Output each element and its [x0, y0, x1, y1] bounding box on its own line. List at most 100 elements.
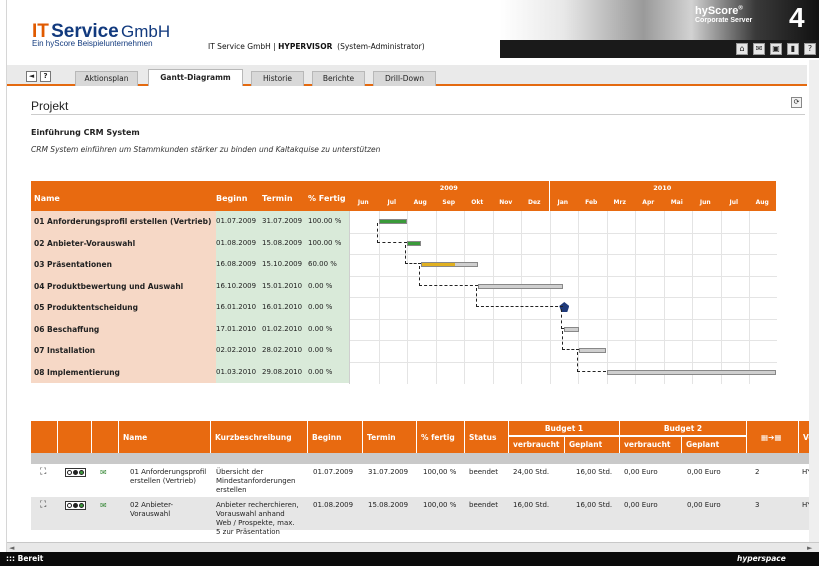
table-col-kurzbeschreibung[interactable]: Kurzbeschreibung [211, 421, 308, 453]
traffic-light-icon [65, 468, 86, 480]
table-cell-desc: Übersicht der Mindestanforderungen erste… [216, 468, 296, 494]
grid-hline [350, 232, 777, 234]
structure-icon[interactable]: ⛶ [40, 468, 46, 477]
gantt-task-dates: 16.10.2009 15.01.2010 0.00 % [216, 275, 349, 297]
month-label: Jul [387, 199, 397, 206]
gantt-col-beginn: Beginn [216, 194, 248, 203]
book-icon[interactable]: ▮ [787, 43, 799, 55]
tab-aktionsplan[interactable]: Aktionsplan [75, 71, 138, 86]
refresh-icon[interactable]: ⟳ [791, 97, 802, 108]
gantt-task-fertig: 0.00 % [308, 281, 333, 290]
gantt-task-termin: 15.10.2009 [262, 260, 303, 268]
table-cell-beginn: 01.07.2009 [313, 468, 354, 476]
gantt-bar[interactable] [606, 369, 776, 375]
gantt-row[interactable]: 05 Produktentscheidung 16.01.2010 16.01.20… [31, 297, 349, 319]
table-col-fertig-label: % fertig [421, 433, 455, 442]
company-line: IT Service GmbH | HYPERVISOR (System-Adm… [208, 42, 425, 51]
help-icon[interactable]: ? [804, 43, 816, 55]
table-cell-b1g: 16,00 Std. [576, 501, 613, 509]
dependency-line [376, 223, 407, 243]
dependency-line [562, 330, 579, 350]
table-col-beginn-label: Beginn [312, 433, 342, 442]
gantt-row[interactable]: 06 Beschaffung 17.01.2010 01.02.2010 0.00 % [31, 318, 349, 340]
scroll-left-icon[interactable]: ◄ [9, 544, 14, 552]
table-group-budget1: Budget 1 [509, 421, 620, 436]
help-button[interactable]: ? [40, 71, 51, 82]
gantt-row[interactable]: 07 Installation 02.02.2010 28.02.2010 0.00 … [31, 340, 349, 362]
gantt-task-termin: 15.08.2009 [262, 238, 303, 247]
year-2010: 2010 [653, 184, 672, 192]
table-row[interactable]: ⛶ ✉ 01 Anforderungsprofil erstellen (Vertr… [31, 464, 819, 497]
table-col-name-label: Name [123, 433, 148, 442]
status-bar: ::: Bereit hyperspace [0, 552, 819, 566]
table-col-icon3 [92, 421, 119, 453]
month-label: Apr [642, 199, 655, 206]
tab-gantt-diagramm[interactable]: Gantt-Diagramm [148, 69, 243, 86]
table-cell-b2v: 0,00 Euro [624, 501, 658, 509]
header-icon-bar: ⌂ ✉ ▣ ▮ ? [500, 40, 819, 58]
tab-bar: ◄ ? Aktionsplan Gantt-Diagramm Historie … [7, 65, 807, 86]
gantt-task-beginn: 01.03.2010 [216, 367, 257, 376]
gantt-task-name: 03 Präsentationen [31, 254, 216, 276]
window-icon[interactable]: ▣ [770, 43, 782, 55]
product-reg: ® [738, 5, 743, 12]
gantt-task-name: 02 Anbieter-Vorauswahl [31, 232, 216, 254]
header: IT Service GmbH Ein hyScore Beispielunte… [7, 0, 819, 60]
month-label: Dez [527, 199, 541, 206]
month-label: Jun [699, 199, 711, 206]
gantt-task-beginn: 16.08.2009 [216, 260, 257, 268]
table-cell-name: 02 Anbieter-Vorauswahl [130, 501, 174, 518]
table-col-name[interactable]: Name [119, 421, 211, 453]
structure-icon[interactable]: ⛶ [40, 501, 46, 510]
project-description: CRM System einführen um Stammkunden stär… [31, 145, 381, 154]
gantt-task-beginn: 16.10.2009 [216, 281, 257, 290]
version-glyph: 4 [789, 2, 805, 33]
mail-status-icon[interactable]: ✉ [100, 468, 107, 477]
month-label: Mrz [613, 199, 626, 206]
title-divider [31, 114, 805, 115]
home-icon[interactable]: ⌂ [736, 43, 748, 55]
vertical-scrollbar[interactable] [809, 60, 819, 542]
table-col-status[interactable]: Status [465, 421, 509, 453]
tab-historie[interactable]: Historie [251, 71, 304, 86]
gantt-row[interactable]: 04 Produktbewertung und Auswahl 16.10.200… [31, 275, 349, 297]
table-col-links[interactable]: ▦➔▦ [747, 421, 799, 453]
month-label: Jul [729, 199, 739, 206]
gantt-task-dates: 01.07.2009 31.07.2009 100.00 % [216, 211, 349, 233]
table-col-status-label: Status [469, 433, 497, 442]
gantt-task-name: 08 Implementierung [31, 361, 216, 383]
table-cell-b2g: 0,00 Euro [687, 468, 721, 476]
back-button[interactable]: ◄ [26, 71, 37, 82]
tab-drill-down[interactable]: Drill-Down [373, 71, 436, 86]
gantt-col-name: Name [34, 194, 60, 203]
gantt-row[interactable]: 02 Anbieter-Vorauswahl 01.08.2009 15.08.20… [31, 232, 349, 254]
gantt-task-termin: 29.08.2010 [262, 367, 303, 376]
gantt-row[interactable]: 01 Anforderungsprofil erstellen (Vertrie… [31, 211, 349, 233]
gantt-task-beginn: 02.02.2010 [216, 346, 257, 354]
gantt-task-dates: 01.03.2010 29.08.2010 0.00 % [216, 361, 349, 383]
gantt-task-beginn: 17.01.2010 [216, 324, 257, 333]
table-col-fertig[interactable]: % fertig [417, 421, 465, 453]
table-cell-b2v: 0,00 Euro [624, 468, 658, 476]
table-col-b2-verbraucht[interactable]: verbraucht [620, 437, 682, 453]
table-col-b2-geplant[interactable]: Geplant [682, 437, 747, 453]
table-cell-termin: 31.07.2009 [368, 468, 409, 476]
gantt-row[interactable]: 03 Präsentationen 16.08.2009 15.10.2009 60.… [31, 254, 349, 276]
scroll-right-icon[interactable]: ► [807, 544, 812, 552]
table-filter-row[interactable] [31, 453, 819, 464]
table-row[interactable]: ⛶ ✉ 02 Anbieter-Vorauswahl Anbieter recherc… [31, 497, 819, 536]
table-cell-fertig: 100,00 % [423, 468, 457, 476]
mail-icon[interactable]: ✉ [753, 43, 765, 55]
table-cell-b2g: 0,00 Euro [687, 501, 721, 509]
table-col-termin[interactable]: Termin [363, 421, 417, 453]
tab-berichte[interactable]: Berichte [312, 71, 365, 86]
table-col-beginn[interactable]: Beginn [308, 421, 363, 453]
horizontal-scrollbar[interactable]: ◄ ► [7, 542, 819, 552]
gantt-row[interactable]: 08 Implementierung 01.03.2010 29.08.2010 0.… [31, 361, 349, 383]
product-logo: hyScore® Corporate Server [695, 5, 752, 24]
gantt-task-beginn: 01.07.2009 [216, 217, 257, 225]
grid-hline [350, 297, 777, 298]
mail-status-icon[interactable]: ✉ [100, 501, 107, 510]
table-col-b1-verbraucht[interactable]: verbraucht [509, 437, 565, 453]
table-col-b1-geplant[interactable]: Geplant [565, 437, 620, 453]
